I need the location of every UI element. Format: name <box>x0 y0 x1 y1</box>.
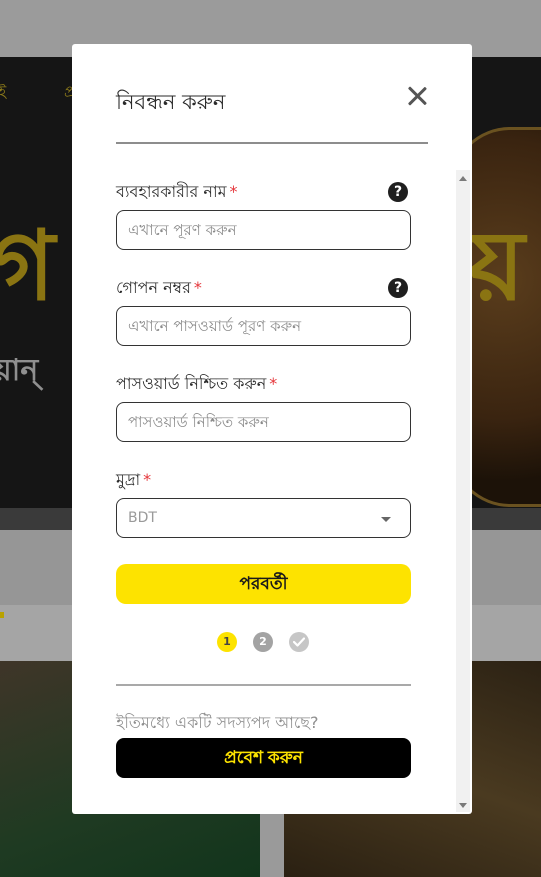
confirm-password-label: পাসওয়ার্ড নিশ্চিত করুন * <box>116 371 277 398</box>
currency-label: মুদ্রা * <box>116 467 151 494</box>
question-circle-icon[interactable]: ? <box>388 182 408 202</box>
required-asterisk: * <box>193 278 202 297</box>
required-asterisk: * <box>269 374 278 393</box>
username-input[interactable] <box>116 210 411 250</box>
modal-title: নিবন্ধন করুন <box>116 90 226 114</box>
background-accent-mark <box>0 612 4 618</box>
question-circle-icon[interactable]: ? <box>388 278 408 298</box>
step-indicator-complete <box>289 632 309 652</box>
confirm-password-input[interactable] <box>116 402 411 442</box>
registration-modal: নিবন্ধন করুন ব্যবহারকারীর নাম* ? গোপন নম… <box>72 44 472 814</box>
close-icon[interactable] <box>402 81 432 111</box>
password-input[interactable] <box>116 306 411 346</box>
hero-headline-fragment-right: য় <box>468 210 525 322</box>
currency-select[interactable]: BDT <box>116 498 411 538</box>
title-divider <box>116 142 428 144</box>
hero-headline-fragment: গ <box>0 210 55 322</box>
required-asterisk: * <box>229 182 238 201</box>
bottom-divider <box>116 684 411 686</box>
currency-label-text: মুদ্রা <box>116 470 141 489</box>
caret-down-icon <box>381 517 391 522</box>
step-indicator-1: 1 <box>217 632 237 652</box>
scroll-down-arrow-icon[interactable] <box>459 803 467 808</box>
required-asterisk: * <box>143 470 152 489</box>
modal-scrollbar[interactable] <box>456 170 470 812</box>
password-label-text: গোপন নম্বর <box>116 278 191 297</box>
member-prompt: ইতিমধ্যে একটি সদস্যপদ আছে? <box>116 713 319 732</box>
currency-selected-value: BDT <box>128 510 157 526</box>
hero-subtitle-fragment: য়ান্ <box>0 353 39 388</box>
check-icon <box>293 637 305 647</box>
confirm-password-label-text: পাসওয়ার্ড নিশ্চিত করুন <box>116 374 267 393</box>
scroll-up-arrow-icon[interactable] <box>459 176 467 181</box>
background-nav-fragment: ই <box>0 82 7 101</box>
password-label: গোপন নম্বর * <box>116 275 202 302</box>
step-indicator-2: 2 <box>253 632 273 652</box>
username-label-text: ব্যবহারকারীর নাম <box>116 182 227 201</box>
next-button[interactable]: পরবর্তী <box>116 564 411 604</box>
username-label: ব্যবহারকারীর নাম * <box>116 179 237 206</box>
login-button[interactable]: প্রবেশ করুন <box>116 738 411 778</box>
